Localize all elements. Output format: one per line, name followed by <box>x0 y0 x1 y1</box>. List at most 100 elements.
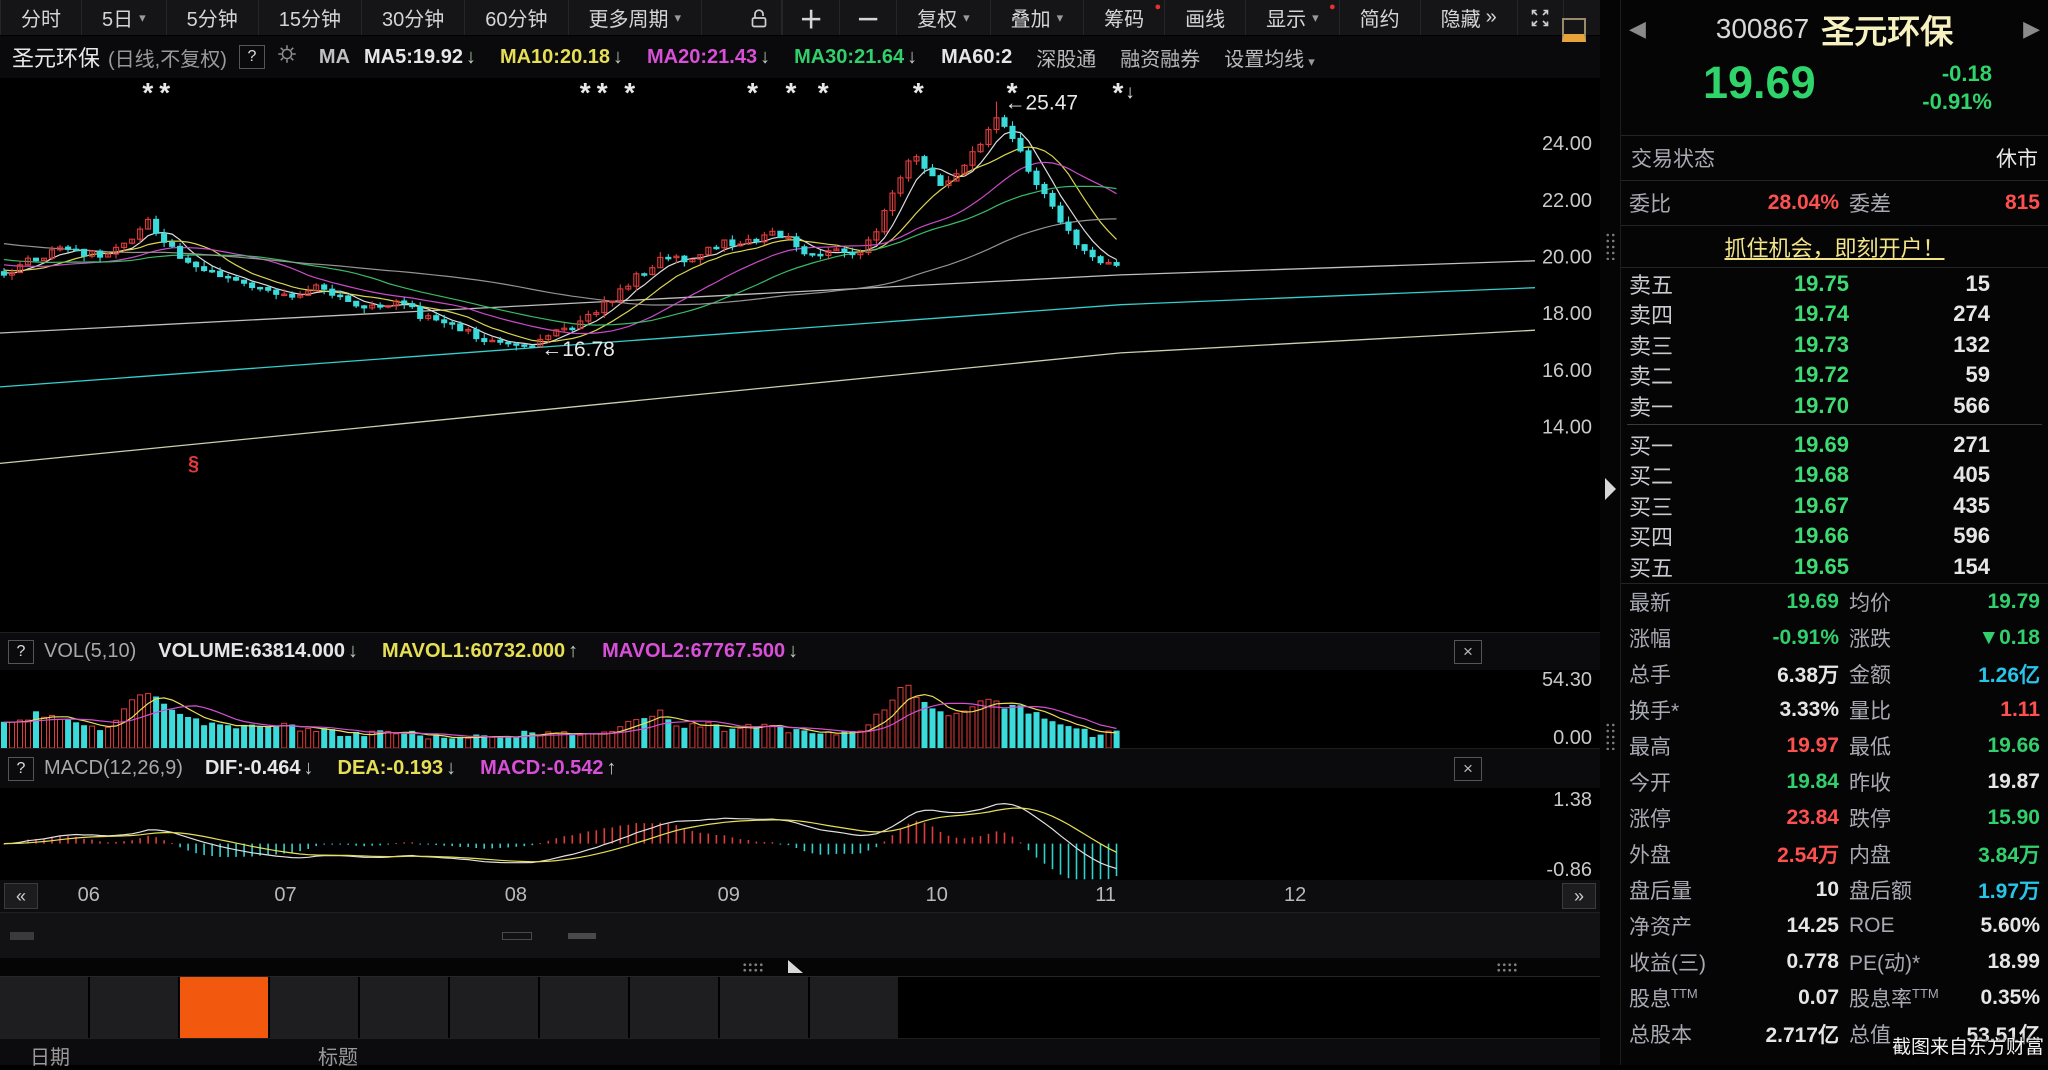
tab-zixun[interactable] <box>180 977 268 1038</box>
month-label: 06 <box>78 884 100 907</box>
svg-text:*: * <box>913 78 924 108</box>
help-icon[interactable]: ? <box>239 45 265 69</box>
stat-row: 净资产 14.25 ROE 5.60% <box>1621 908 2048 944</box>
draw-line-button[interactable]: 画线 <box>1165 0 1246 35</box>
period-fenshi[interactable]: 分时 <box>0 0 82 35</box>
period-15min[interactable]: 15分钟 <box>259 0 362 35</box>
zoom-in-button[interactable]: ＋ <box>782 0 840 35</box>
popout-panel-icon[interactable] <box>1562 18 1586 42</box>
tab-gonggao[interactable] <box>270 977 358 1038</box>
ind-template[interactable] <box>568 933 596 939</box>
chart-toolbar: 分时 5日 ▾ 5分钟 15分钟 30分钟 60分钟 更多周期 ▾ <box>0 0 1600 36</box>
tab-bankuai[interactable] <box>450 977 538 1038</box>
scroll-right-button[interactable]: » <box>1562 883 1596 909</box>
stats-block: 最新 19.69 均价 19.79 涨幅 -0.91% 涨跌 ▼0.18 总手 … <box>1621 583 2048 1052</box>
period-30min[interactable]: 30分钟 <box>362 0 465 35</box>
ind-more[interactable] <box>502 932 532 940</box>
period-60min[interactable]: 60分钟 <box>465 0 568 35</box>
tab-hexinticai[interactable] <box>720 977 808 1038</box>
open-account-link[interactable]: 抓住机会，即刻开户！ <box>1724 231 1944 263</box>
shengutong-link[interactable]: 深股通 <box>1036 43 1096 72</box>
tab-guba[interactable] <box>0 977 88 1038</box>
period-5d[interactable]: 5日 ▾ <box>82 0 167 35</box>
volume-bar-chart[interactable]: 54.300.00 <box>0 670 1600 748</box>
indicator-value: MAVOL2:67767.500↓ <box>602 640 798 663</box>
svg-text:*: * <box>747 78 758 108</box>
svg-text:54.30: 54.30 <box>1542 670 1592 691</box>
chevron-down-icon: ▾ <box>1057 10 1064 26</box>
ma-settings-link[interactable]: 设置均线▾ <box>1224 43 1315 72</box>
svg-text:*: * <box>1113 78 1124 108</box>
help-icon[interactable]: ? <box>8 757 34 781</box>
stat-row: 股息TTM 0.07 股息率TTM 0.35% <box>1621 980 2048 1016</box>
stat-row: 外盘 2.54万 内盘 3.84万 <box>1621 836 2048 872</box>
drag-handle[interactable] <box>1605 722 1616 750</box>
chouma-button[interactable]: 筹码 ● <box>1084 0 1165 35</box>
overlay-button[interactable]: 叠加 ▾ <box>991 0 1085 35</box>
help-icon[interactable]: ? <box>8 640 34 664</box>
rongzirongquan-link[interactable]: 融资融券 <box>1120 43 1200 72</box>
tab-guanlian[interactable] <box>630 977 718 1038</box>
close-icon[interactable]: × <box>1454 640 1482 664</box>
gear-icon[interactable] <box>275 42 299 72</box>
trend-arrow-icon: ↓ <box>760 46 770 68</box>
next-stock-icon[interactable]: ▶ <box>2023 16 2040 42</box>
orderbook-row: 买三 19.67 435 <box>1621 490 2048 520</box>
fuquan-button[interactable]: 复权 ▾ <box>897 0 991 35</box>
trend-arrow-icon: ↓ <box>907 46 917 68</box>
indicator-menu[interactable] <box>10 932 34 940</box>
last-price: 19.69 <box>1703 60 1816 105</box>
volume-indicator-name[interactable]: VOL(5,10) <box>44 640 136 663</box>
macd-chart[interactable]: 1.38-0.86 <box>0 788 1600 880</box>
collapse-handle[interactable] <box>788 960 803 973</box>
indicator-value: MA30:21.64↓ <box>794 46 917 69</box>
title-column-header: 标题 <box>318 1041 358 1070</box>
collapse-panel-chevron-icon[interactable] <box>1605 478 1616 500</box>
double-arrow-icon: » <box>1486 6 1497 29</box>
lock-icon[interactable] <box>736 0 782 35</box>
price-candlestick-chart[interactable]: ←25.47←16.78***********↓§24.0022.0020.00… <box>0 78 1600 632</box>
panel-divider <box>1600 0 1620 1065</box>
month-label: 10 <box>926 884 948 907</box>
orderbook-row: 买四 19.66 596 <box>1621 520 2048 550</box>
indicator-value: MA5:19.92↓ <box>364 46 476 69</box>
hide-button[interactable]: 隐藏 » <box>1421 0 1518 35</box>
trade-status-row: 交易状态 休市 <box>1621 135 2048 180</box>
chevron-down-icon: ▾ <box>675 10 682 26</box>
period-more[interactable]: 更多周期 ▾ <box>569 0 703 35</box>
time-axis: « 06070809101112 » <box>0 880 1600 912</box>
indicator-value: VOLUME:63814.000↓ <box>158 640 358 663</box>
stock-name: 圣元环保 <box>1821 5 1953 53</box>
tab-yanjiubaogao[interactable] <box>360 977 448 1038</box>
zoom-out-button[interactable]: － <box>840 0 897 35</box>
close-icon[interactable]: × <box>1454 757 1482 781</box>
stat-row: 换手* 3.33% 量比 1.11 <box>1621 692 2048 728</box>
orderbook-row: 买一 19.69 271 <box>1621 429 2048 459</box>
change-amount: -0.18 <box>1942 61 1992 86</box>
tab-monijiaoyi[interactable] <box>810 977 898 1038</box>
indicator-value: MAVOL1:60732.000↑ <box>382 640 578 663</box>
svg-text:*: * <box>580 78 591 108</box>
display-button[interactable]: 显示 ▾ ● <box>1246 0 1340 35</box>
weibi-value: 28.04% <box>1713 191 1839 215</box>
drag-handle[interactable] <box>1496 962 1518 973</box>
notification-dot-icon: ● <box>1329 1 1336 13</box>
indicator-value: DIF:-0.464↓ <box>205 757 314 780</box>
prev-stock-icon[interactable]: ◀ <box>1629 16 1646 42</box>
tab-dashi[interactable] <box>90 977 178 1038</box>
ma-group-label[interactable]: MA <box>319 46 350 69</box>
stock-code: 300867 <box>1716 13 1809 45</box>
drag-handle[interactable] <box>1605 232 1616 260</box>
period-5min[interactable]: 5分钟 <box>167 0 259 35</box>
tab-wendongmi[interactable] <box>540 977 628 1038</box>
fullscreen-icon[interactable] <box>1518 0 1564 35</box>
drag-handle[interactable] <box>742 962 764 973</box>
simple-mode-button[interactable]: 简约 <box>1340 0 1421 35</box>
macd-values: DIF:-0.464↓ DEA:-0.193↓ MACD:-0.542↑ <box>205 757 641 780</box>
period-group: 分时 5日 ▾ 5分钟 15分钟 30分钟 60分钟 更多周期 ▾ <box>0 0 702 35</box>
svg-text:20.00: 20.00 <box>1542 247 1592 269</box>
macd-indicator-name[interactable]: MACD(12,26,9) <box>44 757 183 780</box>
tool-group: ＋ － 复权 ▾ 叠加 ▾ 筹码 ● 画线 显示 ▾ ● 简约 <box>782 0 1518 35</box>
scroll-left-button[interactable]: « <box>4 883 38 909</box>
svg-text:*: * <box>624 78 635 108</box>
